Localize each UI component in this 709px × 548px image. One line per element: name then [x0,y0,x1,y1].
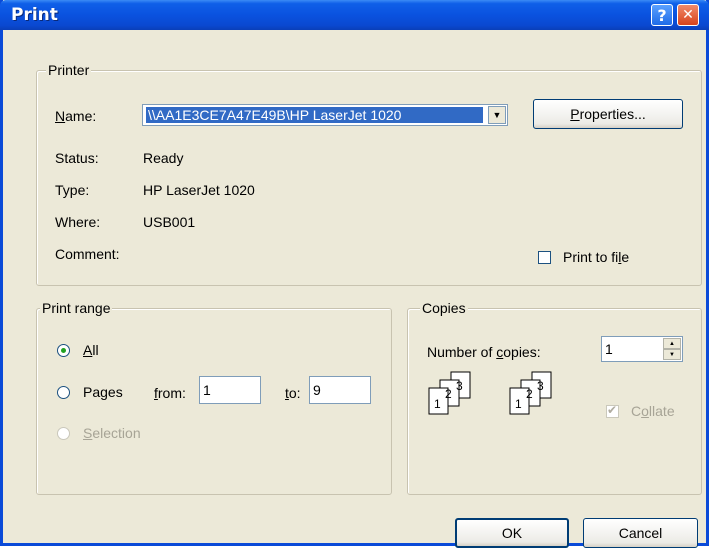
print-to-file-label[interactable]: Print to file [563,249,629,265]
page-number-1: 1 [434,397,441,411]
type-value: HP LaserJet 1020 [143,182,255,198]
collate-label[interactable]: Collate [631,403,675,419]
page-number-3: 3 [456,379,463,393]
type-label: Type: [55,182,90,198]
all-radio[interactable] [57,344,70,357]
spin-down-button[interactable]: ▼ [663,349,681,360]
page-number-3: 3 [537,379,544,393]
status-value: Ready [143,150,184,166]
from-input[interactable]: 1 [199,376,261,404]
collate-pages-icon: 3 2 1 3 2 1 [428,371,552,415]
properties-label: Properties... [570,106,646,122]
help-button[interactable]: ? [651,4,673,26]
collated-stack-1: 3 2 1 [428,371,471,415]
pages-radio[interactable] [57,386,70,399]
collated-stack-2: 3 2 1 [509,371,552,415]
help-icon: ? [657,5,667,25]
printer-legend: Printer [46,62,92,78]
check-icon: ✔ [607,403,618,417]
print-to-file-checkbox[interactable] [538,251,551,264]
spin-down-icon: ▼ [669,351,675,358]
all-label[interactable]: All [83,342,99,358]
number-of-copies-label: Number of copies: [427,344,541,360]
page-number-2: 2 [526,387,533,401]
where-label: Where: [55,214,101,230]
page-number-2: 2 [445,387,452,401]
ok-label: OK [501,525,523,541]
pages-label[interactable]: Pages [83,384,123,400]
to-label: to: [285,385,301,401]
title-bar[interactable]: Print ? ✕ [0,0,709,30]
page-number-1: 1 [515,397,522,411]
print-dialog: Print ? ✕ Printer Name: \\AA1E3CE7A47E49… [0,0,709,548]
selection-radio[interactable] [57,427,70,440]
close-button[interactable]: ✕ [677,4,699,26]
collate-checkbox[interactable]: ✔ [606,403,619,418]
printer-name-value: \\AA1E3CE7A47E49B\HP LaserJet 1020 [146,107,483,123]
where-value: USB001 [143,214,196,230]
cancel-button[interactable]: Cancel [583,518,698,548]
name-label: Name: [55,108,97,124]
window-title: Print [11,5,58,25]
status-label: Status: [55,150,99,166]
radio-selected-dot [61,348,66,353]
ok-button[interactable]: OK [455,518,569,548]
print-range-legend: Print range [40,300,113,316]
properties-button[interactable]: Properties... [533,99,683,129]
close-icon: ✕ [682,7,694,23]
spin-up-button[interactable]: ▲ [663,338,681,349]
selection-label[interactable]: Selection [83,425,141,441]
from-label: from: [154,385,186,401]
to-input[interactable]: 9 [309,376,371,404]
dropdown-arrow-icon[interactable]: ▼ [488,106,506,124]
copies-value: 1 [605,341,613,357]
spin-up-icon: ▲ [669,340,675,347]
comment-label: Comment: [55,246,120,262]
printer-name-select[interactable]: \\AA1E3CE7A47E49B\HP LaserJet 1020 ▼ [142,104,508,126]
copies-legend: Copies [420,300,468,316]
cancel-label: Cancel [618,525,663,541]
dialog-body: Printer Name: \\AA1E3CE7A47E49B\HP Laser… [3,30,706,548]
